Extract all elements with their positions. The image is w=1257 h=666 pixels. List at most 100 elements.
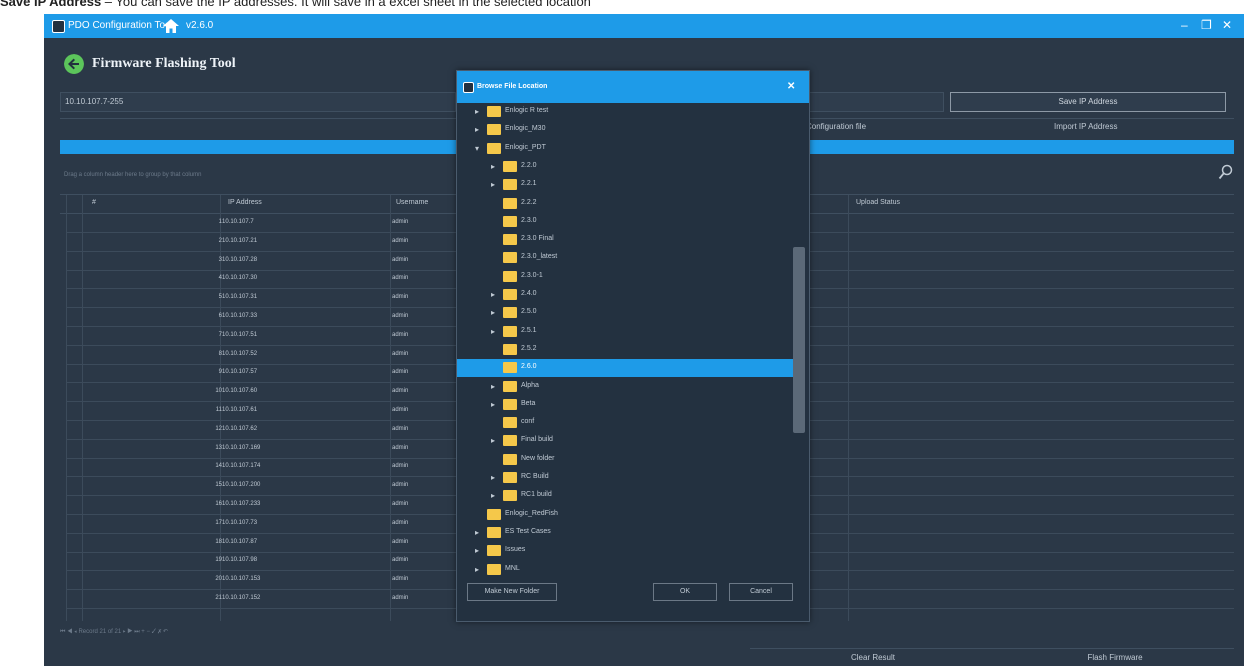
folder-icon (503, 380, 517, 392)
row-ip-address: 10.10.107.51 (222, 331, 258, 338)
expand-arrow-icon[interactable]: ▸ (491, 436, 499, 445)
expand-arrow-icon[interactable]: ▸ (491, 382, 499, 391)
ok-button[interactable]: OK (653, 583, 717, 601)
search-icon[interactable] (1218, 164, 1234, 180)
folder-tree-item[interactable]: ▸ 2.5.0 (457, 304, 793, 322)
folder-icon (503, 289, 517, 300)
folder-icon (503, 270, 517, 282)
back-arrow-icon[interactable] (64, 54, 84, 74)
folder-tree-item[interactable]: ▸ 2.2.0 (457, 158, 793, 176)
expand-arrow-icon[interactable]: ▸ (491, 180, 499, 189)
folder-tree-item[interactable]: ▸ 2.2.1 (457, 176, 793, 194)
folder-label: 2.3.0-1 (521, 271, 543, 279)
row-ip-address: 10.10.107.62 (222, 425, 258, 432)
folder-label: 2.5.2 (521, 344, 537, 352)
folder-label: 2.2.1 (521, 180, 537, 188)
folder-tree-item[interactable]: 2.3.0_latest (457, 249, 793, 267)
folder-icon (487, 508, 501, 520)
row-username: admin (392, 369, 409, 376)
collapse-arrow-icon[interactable]: ▾ (475, 144, 483, 153)
folder-tree-item[interactable]: Enlogic_RedFish (457, 506, 793, 524)
ip-range-input-extension[interactable] (800, 92, 944, 112)
expand-arrow-icon[interactable]: ▸ (491, 473, 499, 482)
row-number: 17 (215, 519, 222, 526)
folder-tree-item[interactable]: ▸ MNL (457, 561, 793, 579)
folder-icon (503, 453, 517, 465)
folder-tree-item[interactable]: ▸ RC Build (457, 469, 793, 487)
folder-tree-item[interactable]: 2.3.0 Final (457, 231, 793, 249)
expand-arrow-icon[interactable]: ▸ (491, 290, 499, 299)
folder-tree-item[interactable]: 2.2.2 (457, 195, 793, 213)
expand-arrow-icon[interactable]: ▸ (475, 107, 483, 116)
configuration-file-label[interactable]: Configuration file (806, 122, 866, 131)
clear-result-button[interactable]: Clear Result (750, 648, 996, 666)
expand-arrow-icon[interactable]: ▸ (475, 528, 483, 537)
folder-icon (503, 362, 517, 374)
column-upload-status[interactable]: Upload Status (856, 199, 900, 206)
folder-label: conf (521, 418, 535, 426)
folder-tree-item[interactable]: 2.3.0-1 (457, 268, 793, 286)
row-username: admin (392, 388, 409, 395)
browse-file-dialog: Browse File Location ✕ ▸ Enlogic R test ▸ E… (456, 70, 810, 622)
save-ip-button[interactable]: Save IP Address (950, 92, 1226, 112)
expand-arrow-icon[interactable]: ▸ (491, 400, 499, 409)
folder-tree-item[interactable]: conf (457, 414, 793, 432)
ip-range-input[interactable]: 10.10.107.7-255 (60, 92, 456, 112)
folder-icon (503, 343, 517, 355)
folder-tree-item[interactable]: ▸ Enlogic R test (457, 103, 793, 121)
row-username: admin (392, 275, 409, 282)
expand-arrow-icon[interactable]: ▸ (491, 327, 499, 336)
expand-arrow-icon[interactable]: ▸ (475, 565, 483, 574)
close-window-button[interactable]: ✕ (1222, 18, 1232, 32)
row-ip-address: 10.10.107.169 (222, 444, 261, 451)
maximize-button[interactable]: ❐ (1201, 18, 1212, 32)
column-username[interactable]: Username (396, 199, 428, 206)
folder-tree-item[interactable]: ▸ Final build (457, 432, 793, 450)
row-ip-address: 10.10.107.31 (222, 294, 258, 301)
home-icon[interactable] (162, 17, 180, 35)
dialog-close-button[interactable]: ✕ (787, 81, 795, 92)
make-new-folder-button[interactable]: Make New Folder (467, 583, 557, 601)
folder-icon (503, 417, 517, 429)
column-ip-address[interactable]: IP Address (228, 199, 262, 206)
folder-tree-item[interactable]: 2.3.0 (457, 213, 793, 231)
folder-tree-item[interactable]: ▸ 2.5.1 (457, 323, 793, 341)
folder-tree-item[interactable]: ▸ Alpha (457, 378, 793, 396)
expand-arrow-icon[interactable]: ▸ (491, 491, 499, 500)
folder-tree-item[interactable]: ▸ Beta (457, 396, 793, 414)
row-number: 13 (215, 444, 222, 451)
row-number: 18 (215, 538, 222, 545)
row-ip-address: 10.10.107.73 (222, 519, 258, 526)
folder-tree-item[interactable]: ▸ RC1 build (457, 487, 793, 505)
folder-tree-item[interactable]: ▸ ES Test Cases (457, 524, 793, 542)
row-number: 12 (215, 425, 222, 432)
row-username: admin (392, 237, 409, 244)
folder-tree-item[interactable]: ▸ 2.4.0 (457, 286, 793, 304)
folder-tree-item[interactable]: ▸ Issues (457, 542, 793, 560)
group-panel-hint: Drag a column header here to group by th… (64, 172, 202, 178)
folder-icon (503, 472, 517, 483)
folder-tree-item[interactable]: New folder (457, 451, 793, 469)
cancel-button[interactable]: Cancel (729, 583, 793, 601)
expand-arrow-icon[interactable]: ▸ (475, 546, 483, 555)
folder-tree-item[interactable]: 2.6.0 (457, 359, 793, 378)
folder-icon (503, 490, 517, 502)
column-number[interactable]: # (92, 199, 96, 206)
expand-arrow-icon[interactable]: ▸ (491, 308, 499, 317)
folder-tree-item[interactable]: 2.5.2 (457, 341, 793, 359)
minimize-button[interactable]: – (1181, 18, 1188, 32)
folder-tree-item[interactable]: ▸ Enlogic_M30 (457, 121, 793, 139)
row-ip-address: 10.10.107.153 (222, 576, 261, 583)
folder-tree-item[interactable]: ▾ Enlogic_PDT (457, 140, 793, 158)
expand-arrow-icon[interactable]: ▸ (475, 125, 483, 134)
import-ip-button[interactable]: Import IP Address (1054, 122, 1117, 131)
row-username: admin (392, 256, 409, 263)
dialog-title-bar: Browse File Location ✕ (457, 71, 809, 103)
folder-icon (487, 545, 501, 557)
folder-icon (503, 398, 517, 410)
row-username: admin (392, 538, 409, 545)
tree-scrollbar-thumb[interactable] (793, 247, 805, 433)
flash-firmware-button[interactable]: Flash Firmware (996, 648, 1234, 666)
expand-arrow-icon[interactable]: ▸ (491, 162, 499, 171)
record-navigator[interactable]: ⏮ ◀ ◂ Record 21 of 21 ▸ ▶ ⏭ + − ✓ ✗ ↶ (60, 628, 168, 636)
